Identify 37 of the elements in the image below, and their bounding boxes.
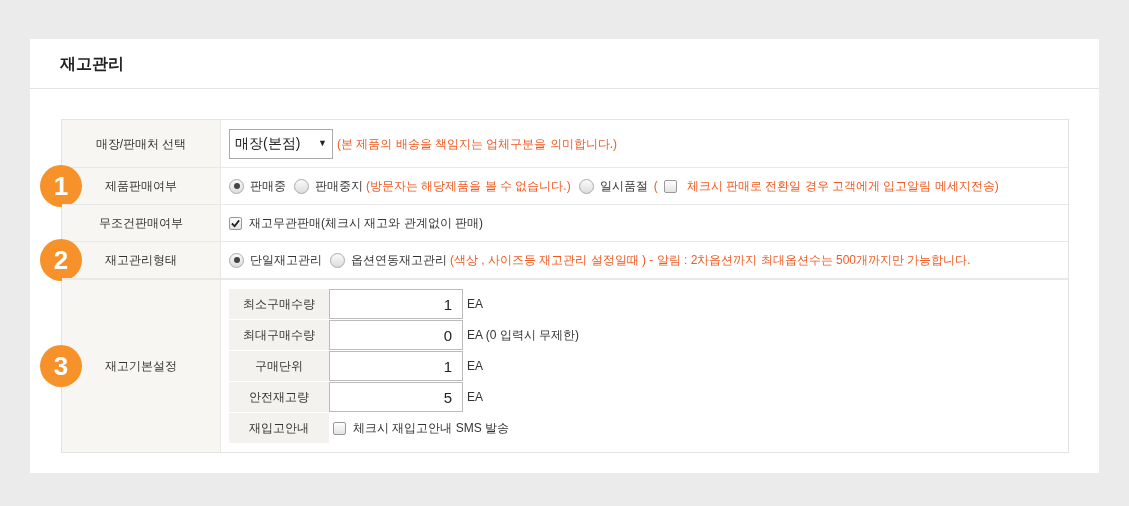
row-label: 매장/판매처 선택 xyxy=(62,120,221,167)
note-text: 체크시 판매로 전환일 경우 고객에게 입고알림 메세지전송) xyxy=(686,178,999,195)
checkbox[interactable] xyxy=(663,179,677,193)
row-label: 무조건판매여부 xyxy=(62,205,221,241)
checkbox-label: 재고무관판매(체크시 재고와 관계없이 판매) xyxy=(249,215,483,232)
checkbox[interactable] xyxy=(333,421,346,435)
radio-button[interactable] xyxy=(578,178,594,194)
field-label: 최소구매수량 xyxy=(229,289,329,319)
field-label: 최대구매수량 xyxy=(229,320,329,350)
store-select[interactable]: 매장(본점) ▼ xyxy=(229,128,333,159)
radio-button[interactable] xyxy=(229,178,244,194)
unit-text: EA xyxy=(467,389,483,406)
radio-label[interactable]: 판매중지 xyxy=(315,177,363,195)
field-label: 안전재고량 xyxy=(229,382,329,412)
checkbox[interactable] xyxy=(229,216,242,230)
note-text: (색상 , 사이즈등 재고관리 설정일때 ) - 알림 : 2차옵션까지 최대옵션수는 500개까지만 가능합니다. xyxy=(450,252,971,269)
radio-label[interactable]: 판매중 xyxy=(250,177,286,195)
number-field[interactable]: 5 xyxy=(329,382,463,412)
checkbox-label: 체크시 재입고안내 SMS 발송 xyxy=(353,420,509,437)
section-title: 재고관리 xyxy=(60,53,124,74)
note-text: (방문자는 해당제품을 볼 수 없습니다.) xyxy=(366,178,571,195)
note-text: (본 제품의 배송을 책임지는 업체구분을 의미합니다.) xyxy=(337,135,617,153)
radio-label[interactable]: 옵션연동재고관리 xyxy=(351,251,447,269)
note-text: ( xyxy=(653,178,658,195)
unit-text: EA (0 입력시 무제한) xyxy=(467,327,579,344)
radio-button[interactable] xyxy=(229,252,244,268)
field-label: 구매단위 xyxy=(229,351,329,381)
radio-label[interactable]: 단일재고관리 xyxy=(250,251,322,269)
number-field[interactable]: 0 xyxy=(329,320,463,350)
number-field[interactable]: 1 xyxy=(329,351,463,381)
radio-button[interactable] xyxy=(294,178,309,194)
radio-button[interactable] xyxy=(330,252,345,268)
number-field[interactable]: 1 xyxy=(329,289,463,319)
radio-label[interactable]: 일시품절 xyxy=(599,177,648,195)
unit-text: EA xyxy=(467,358,483,375)
field-label: 재입고안내 xyxy=(229,413,329,443)
unit-text: EA xyxy=(467,296,483,313)
